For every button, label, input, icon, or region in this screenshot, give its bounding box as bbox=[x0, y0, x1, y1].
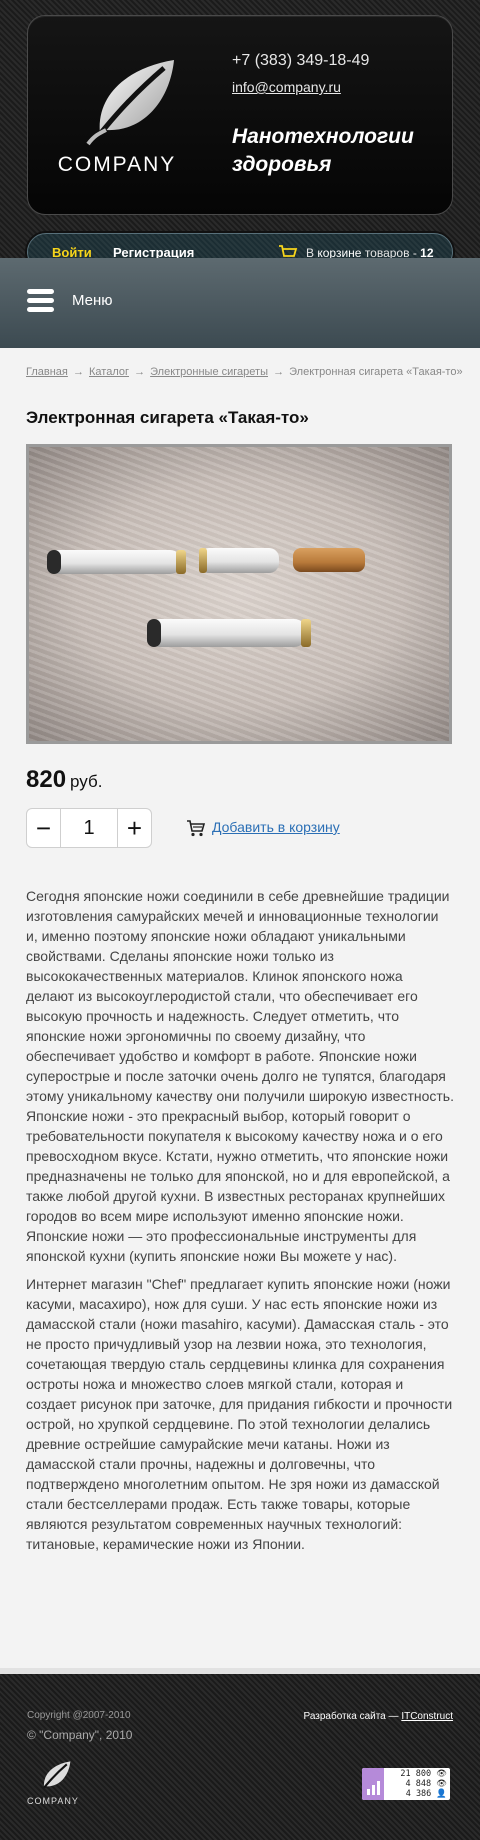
price: 820 руб. bbox=[26, 766, 454, 794]
counter-value: 21 800 👁 bbox=[400, 1769, 447, 1779]
leaf-logo-icon[interactable] bbox=[78, 56, 178, 146]
developer-credit: Разработка сайта — ITConstruct bbox=[303, 1711, 453, 1722]
slogan: Нанотехнологии здоровья bbox=[232, 123, 442, 179]
description-paragraph: Интернет магазин "Chef" предлагает купит… bbox=[26, 1276, 453, 1552]
copyright: Copyright @2007-2010 bbox=[27, 1710, 131, 1721]
counter-badge-icon bbox=[362, 1768, 384, 1800]
page-title: Электронная сигарета «Такая-то» bbox=[26, 408, 309, 427]
developer-prefix: Разработка сайта — bbox=[303, 1711, 399, 1722]
hamburger-menu-icon[interactable] bbox=[27, 289, 54, 313]
email-link[interactable]: info@company.ru bbox=[232, 79, 341, 95]
quantity-input[interactable]: 1 bbox=[61, 809, 117, 847]
footer-leaf-logo-icon[interactable] bbox=[36, 1760, 72, 1792]
main-content: Главная → Каталог → Электронные сигареты… bbox=[26, 348, 463, 1562]
menu-bar[interactable]: Меню bbox=[0, 258, 480, 348]
breadcrumb-current: Электронная сигарета «Такая-то» bbox=[289, 366, 463, 378]
price-currency: руб. bbox=[70, 772, 103, 791]
counter-values: 21 800 👁 4 848 👁 4 386 👤 bbox=[384, 1768, 450, 1800]
breadcrumb-home[interactable]: Главная bbox=[26, 366, 68, 378]
add-to-cart-icon[interactable] bbox=[186, 819, 206, 837]
add-to-cart-link[interactable]: Добавить в корзину bbox=[212, 819, 340, 835]
menu-label[interactable]: Меню bbox=[72, 292, 113, 309]
counter-value: 4 386 👤 bbox=[405, 1789, 447, 1799]
increase-quantity-button[interactable]: + bbox=[117, 809, 151, 847]
slogan-line-1: Нанотехнологии bbox=[232, 125, 414, 148]
breadcrumb: Главная → Каталог → Электронные сигареты… bbox=[26, 366, 463, 378]
breadcrumb-category[interactable]: Электронные сигареты bbox=[150, 366, 268, 378]
slogan-line-2: здоровья bbox=[232, 153, 332, 176]
footer: Copyright @2007-2010 © "Company", 2010 Р… bbox=[0, 1674, 480, 1840]
price-value: 820 bbox=[26, 766, 67, 793]
counter-value: 4 848 👁 bbox=[405, 1779, 448, 1789]
phone-number[interactable]: +7 (383) 349-18-49 bbox=[232, 52, 369, 70]
purchase-row: − 1 + Добавить в корзину bbox=[26, 808, 454, 848]
visit-counter[interactable]: 21 800 👁 4 848 👁 4 386 👤 bbox=[362, 1768, 450, 1800]
description-paragraph: Сегодня японские ножи соединили в себе д… bbox=[26, 888, 454, 1264]
quantity-stepper[interactable]: − 1 + bbox=[26, 808, 152, 848]
developer-link[interactable]: ITConstruct bbox=[401, 1711, 453, 1722]
breadcrumb-separator: → bbox=[134, 366, 146, 378]
breadcrumb-separator: → bbox=[273, 366, 285, 378]
footer-logo-text: COMPANY bbox=[27, 1796, 79, 1806]
decrease-quantity-button[interactable]: − bbox=[27, 809, 61, 847]
product-description: Сегодня японские ножи соединили в себе д… bbox=[26, 886, 454, 1554]
logo-text: COMPANY bbox=[57, 153, 177, 176]
breadcrumb-catalog[interactable]: Каталог bbox=[89, 366, 129, 378]
e-cigarette-photo bbox=[47, 548, 365, 647]
breadcrumb-separator: → bbox=[72, 366, 84, 378]
product-image[interactable] bbox=[26, 444, 452, 744]
header: COMPANY +7 (383) 349-18-49 info@company.… bbox=[0, 0, 480, 271]
brand-panel: COMPANY +7 (383) 349-18-49 info@company.… bbox=[27, 15, 453, 215]
company-copyright: © "Company", 2010 bbox=[27, 1728, 133, 1742]
